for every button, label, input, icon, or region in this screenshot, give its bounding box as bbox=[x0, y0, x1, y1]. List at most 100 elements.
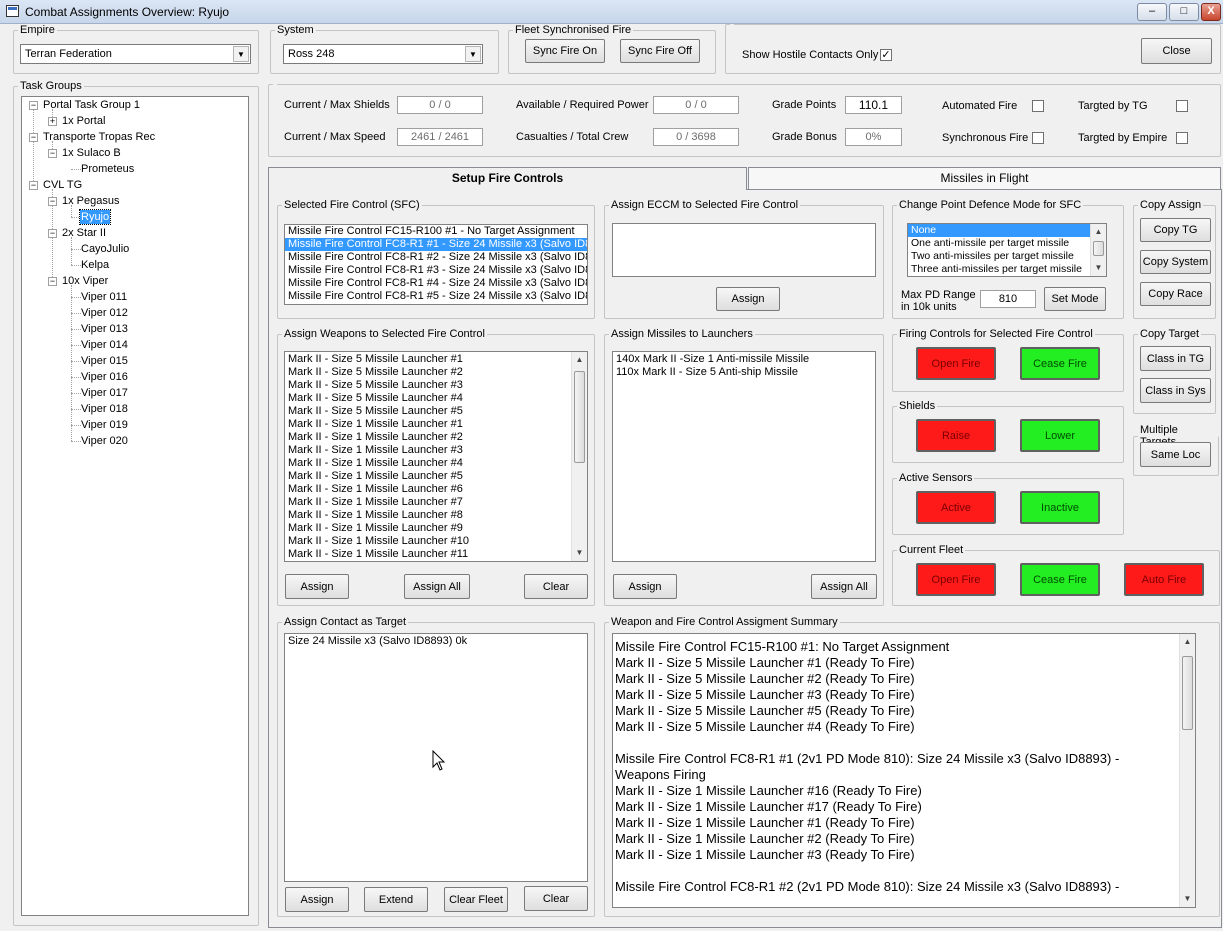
tree-node-ship[interactable]: Viper 011 bbox=[81, 290, 127, 304]
list-item[interactable]: Mark II - Size 1 Missile Launcher #3 bbox=[285, 444, 587, 457]
pd-mode-list[interactable]: None One anti-missile per target missile… bbox=[907, 223, 1107, 277]
hostile-only-checkbox[interactable]: ✓ bbox=[880, 49, 892, 61]
summary-scrollbar[interactable]: ▲ ▼ bbox=[1179, 634, 1195, 907]
list-item[interactable]: Three anti-missiles per target missile bbox=[908, 263, 1106, 276]
task-groups-tree[interactable]: − Portal Task Group 1 + 1x Portal − Tran… bbox=[21, 96, 249, 916]
scroll-thumb[interactable] bbox=[1182, 656, 1193, 730]
list-item[interactable]: Mark II - Size 1 Missile Launcher #2 bbox=[285, 431, 587, 444]
tree-node-ship-selected[interactable]: Ryujo bbox=[78, 209, 112, 225]
class-in-tg-button[interactable]: Class in TG bbox=[1140, 346, 1211, 371]
tree-node-ship[interactable]: Viper 014 bbox=[81, 338, 128, 352]
system-select[interactable]: Ross 248 ▼ bbox=[283, 44, 483, 64]
window-close-button[interactable]: X bbox=[1201, 3, 1221, 21]
minimize-button[interactable]: – bbox=[1137, 3, 1167, 21]
scroll-down-icon[interactable]: ▼ bbox=[1091, 260, 1106, 276]
list-item[interactable]: Mark II - Size 1 Missile Launcher #9 bbox=[285, 522, 587, 535]
pd-range-input[interactable]: 810 bbox=[980, 290, 1036, 308]
list-item[interactable]: 110x Mark II - Size 5 Anti-ship Missile bbox=[613, 366, 875, 379]
close-button[interactable]: Close bbox=[1141, 38, 1212, 64]
collapse-icon[interactable]: − bbox=[29, 181, 38, 190]
tree-node-ship[interactable]: Viper 018 bbox=[81, 402, 128, 416]
list-item[interactable]: Mark II - Size 1 Missile Launcher #1 bbox=[285, 418, 587, 431]
list-item-selected[interactable]: None bbox=[908, 224, 1106, 237]
tree-node-task-group[interactable]: CVL TG bbox=[43, 178, 82, 192]
scroll-up-icon[interactable]: ▲ bbox=[1180, 634, 1195, 650]
list-item[interactable]: Mark II - Size 1 Missile Launcher #4 bbox=[285, 457, 587, 470]
weapons-clear-button[interactable]: Clear bbox=[524, 574, 588, 599]
targeted-tg-checkbox[interactable] bbox=[1176, 100, 1188, 112]
list-item[interactable]: Mark II - Size 5 Missile Launcher #2 bbox=[285, 366, 587, 379]
tree-node-ship[interactable]: Prometeus bbox=[81, 162, 134, 176]
tree-node-ship-class[interactable]: 10x Viper bbox=[62, 274, 108, 288]
summary-list[interactable]: Missile Fire Control FC15-R100 #1: No Ta… bbox=[612, 633, 1196, 908]
collapse-icon[interactable]: − bbox=[29, 133, 38, 142]
cease-fire-button[interactable]: Cease Fire bbox=[1020, 347, 1100, 380]
list-item[interactable]: Missile Fire Control FC8-R1 #5 - Size 24… bbox=[285, 290, 587, 303]
tree-node-ship[interactable]: Viper 017 bbox=[81, 386, 128, 400]
missiles-assign-button[interactable]: Assign bbox=[613, 574, 677, 599]
tree-node-ship-class[interactable]: 1x Pegasus bbox=[62, 194, 119, 208]
tree-node-ship[interactable]: Kelpa bbox=[81, 258, 109, 272]
list-item[interactable]: One anti-missile per target missile bbox=[908, 237, 1106, 250]
maximize-button[interactable]: □ bbox=[1169, 3, 1199, 21]
tree-node-ship[interactable]: Viper 016 bbox=[81, 370, 128, 384]
eccm-assign-button[interactable]: Assign bbox=[716, 287, 780, 311]
list-item[interactable]: Size 24 Missile x3 (Salvo ID8893) 0k bbox=[285, 635, 587, 648]
weapons-scrollbar[interactable]: ▲ ▼ bbox=[571, 352, 587, 561]
list-item[interactable]: Mark II - Size 5 Missile Launcher #3 bbox=[285, 379, 587, 392]
collapse-icon[interactable]: − bbox=[48, 229, 57, 238]
missiles-list[interactable]: 140x Mark II -Size 1 Anti-missile Missil… bbox=[612, 351, 876, 562]
class-in-sys-button[interactable]: Class in Sys bbox=[1140, 378, 1211, 403]
contact-extend-button[interactable]: Extend bbox=[364, 887, 428, 912]
missiles-assign-all-button[interactable]: Assign All bbox=[811, 574, 877, 599]
tree-node-ship-class[interactable]: 1x Sulaco B bbox=[62, 146, 121, 160]
raise-shields-button[interactable]: Raise bbox=[916, 419, 996, 452]
collapse-icon[interactable]: − bbox=[29, 101, 38, 110]
tree-node-ship[interactable]: Viper 013 bbox=[81, 322, 128, 336]
sync-fire-checkbox[interactable] bbox=[1032, 132, 1044, 144]
sfc-list[interactable]: Missile Fire Control FC15-R100 #1 - No T… bbox=[284, 224, 588, 305]
same-loc-button[interactable]: Same Loc bbox=[1140, 442, 1211, 467]
tree-node-ship[interactable]: Viper 019 bbox=[81, 418, 128, 432]
copy-tg-button[interactable]: Copy TG bbox=[1140, 218, 1211, 242]
weapons-assign-all-button[interactable]: Assign All bbox=[404, 574, 470, 599]
list-item[interactable]: Mark II - Size 1 Missile Launcher #8 bbox=[285, 509, 587, 522]
list-item[interactable]: Mark II - Size 1 Missile Launcher #5 bbox=[285, 470, 587, 483]
empire-select[interactable]: Terran Federation ▼ bbox=[20, 44, 251, 64]
targeted-empire-checkbox[interactable] bbox=[1176, 132, 1188, 144]
list-item[interactable]: Two anti-missiles per target missile bbox=[908, 250, 1106, 263]
lower-shields-button[interactable]: Lower bbox=[1020, 419, 1100, 452]
scroll-thumb[interactable] bbox=[1093, 241, 1104, 256]
expand-icon[interactable]: + bbox=[48, 117, 57, 126]
sensors-active-button[interactable]: Active bbox=[916, 491, 996, 524]
tree-node-ship-class[interactable]: 1x Portal bbox=[62, 114, 105, 128]
list-item[interactable]: Mark II - Size 1 Missile Launcher #10 bbox=[285, 535, 587, 548]
sync-fire-on-button[interactable]: Sync Fire On bbox=[525, 39, 605, 63]
list-item[interactable]: Missile Fire Control FC8-R1 #3 - Size 24… bbox=[285, 264, 587, 277]
tree-node-ship[interactable]: Viper 015 bbox=[81, 354, 128, 368]
list-item[interactable]: Missile Fire Control FC8-R1 #2 - Size 24… bbox=[285, 251, 587, 264]
list-item-selected[interactable]: Missile Fire Control FC8-R1 #1 - Size 24… bbox=[285, 238, 587, 251]
scroll-thumb[interactable] bbox=[574, 371, 585, 463]
fleet-cease-fire-button[interactable]: Cease Fire bbox=[1020, 563, 1100, 596]
automated-fire-checkbox[interactable] bbox=[1032, 100, 1044, 112]
copy-race-button[interactable]: Copy Race bbox=[1140, 282, 1211, 306]
contact-assign-button[interactable]: Assign bbox=[285, 887, 349, 912]
list-item[interactable]: Mark II - Size 5 Missile Launcher #5 bbox=[285, 405, 587, 418]
tree-node-task-group[interactable]: Transporte Tropas Rec bbox=[43, 130, 155, 144]
list-item[interactable]: Mark II - Size 5 Missile Launcher #1 bbox=[285, 353, 587, 366]
tab-setup-fire-controls[interactable]: Setup Fire Controls bbox=[268, 167, 747, 190]
list-item[interactable]: 140x Mark II -Size 1 Anti-missile Missil… bbox=[613, 353, 875, 366]
sync-fire-off-button[interactable]: Sync Fire Off bbox=[620, 39, 700, 63]
clear-fleet-button[interactable]: Clear Fleet bbox=[444, 887, 508, 912]
scroll-down-icon[interactable]: ▼ bbox=[572, 545, 587, 561]
contact-clear-button[interactable]: Clear bbox=[524, 886, 588, 911]
pd-mode-scrollbar[interactable]: ▲ ▼ bbox=[1090, 224, 1106, 276]
scroll-up-icon[interactable]: ▲ bbox=[572, 352, 587, 368]
list-item[interactable]: Mark II - Size 1 Missile Launcher #11 bbox=[285, 548, 587, 561]
eccm-list[interactable] bbox=[612, 223, 876, 277]
set-mode-button[interactable]: Set Mode bbox=[1044, 287, 1106, 311]
tree-node-ship-class[interactable]: 2x Star II bbox=[62, 226, 106, 240]
list-item[interactable]: Mark II - Size 1 Missile Launcher #7 bbox=[285, 496, 587, 509]
list-item[interactable]: Missile Fire Control FC8-R1 #4 - Size 24… bbox=[285, 277, 587, 290]
